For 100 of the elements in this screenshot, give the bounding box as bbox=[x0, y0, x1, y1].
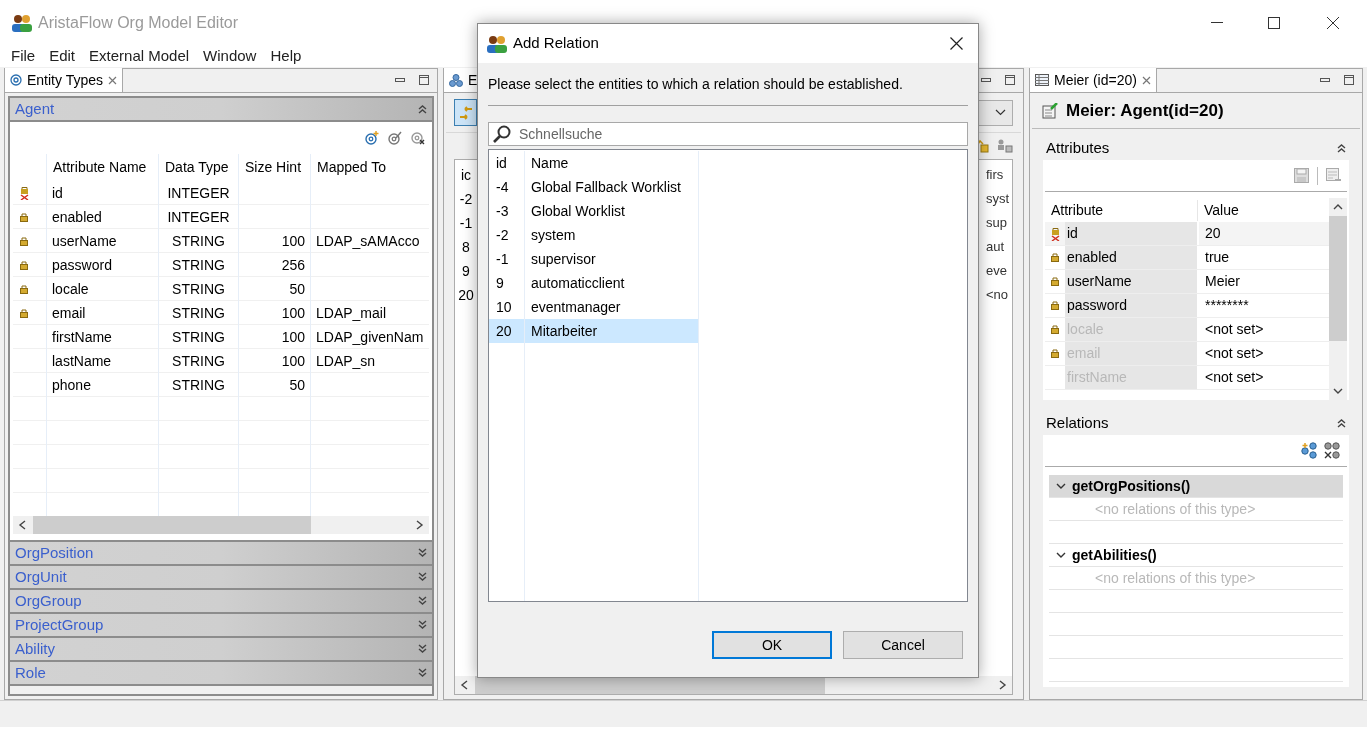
column-header[interactable]: Size Hint bbox=[238, 154, 310, 181]
view-tab[interactable]: Entity Types bbox=[5, 68, 123, 92]
list-row[interactable]: 20 Mitarbeiter bbox=[489, 319, 699, 343]
edit-form-icon bbox=[1042, 102, 1058, 119]
edit-attribute-icon[interactable] bbox=[388, 131, 402, 145]
column-header[interactable]: Mapped To bbox=[310, 154, 429, 181]
window-title: AristaFlow Org Model Editor bbox=[38, 12, 239, 33]
maximize-icon[interactable] bbox=[1005, 75, 1015, 85]
maximize-icon[interactable] bbox=[1268, 16, 1280, 29]
table-cell-text: password bbox=[52, 255, 112, 275]
tree-node[interactable]: getOrgPositions() bbox=[1049, 475, 1343, 498]
table-cell-text: lastName bbox=[52, 351, 112, 371]
menu-item[interactable]: Window bbox=[203, 44, 257, 68]
toggle-button[interactable] bbox=[454, 99, 477, 126]
collapse-icon[interactable] bbox=[1337, 418, 1346, 428]
table-cell-text: userName bbox=[52, 231, 117, 251]
add-relation-icon[interactable] bbox=[1301, 442, 1318, 459]
expand-icon[interactable] bbox=[418, 668, 427, 678]
table-cell-text: eve bbox=[986, 262, 1008, 281]
column-header[interactable]: Attribute bbox=[1045, 200, 1197, 221]
key-lock-icon bbox=[1050, 226, 1060, 241]
maximize-icon[interactable] bbox=[419, 75, 429, 85]
table-cell-text: LDAP_sn bbox=[316, 351, 376, 371]
remove-attribute-icon[interactable] bbox=[411, 131, 425, 145]
table-cell-text: 100 bbox=[281, 351, 305, 371]
table-cell-text: phone bbox=[52, 375, 91, 395]
section-header[interactable]: Relations bbox=[1043, 411, 1349, 435]
section-header[interactable]: Attributes bbox=[1043, 136, 1349, 160]
list-row[interactable]: 9 automaticclient bbox=[489, 271, 699, 295]
expand-icon[interactable] bbox=[418, 644, 427, 654]
table-cell-text: LDAP_mail bbox=[316, 303, 387, 323]
key-lock-icon bbox=[20, 186, 29, 200]
table-cell-text: LDAP_givenNam bbox=[316, 327, 424, 347]
column-header[interactable]: id bbox=[489, 151, 525, 175]
table-cell-text: INTEGER bbox=[167, 183, 230, 203]
expand-icon[interactable] bbox=[418, 548, 427, 558]
table-cell-text: email bbox=[52, 303, 86, 323]
list-row[interactable]: -3 Global Worklist bbox=[489, 199, 699, 223]
people-icon bbox=[12, 13, 32, 32]
dialog-button[interactable]: OK bbox=[712, 631, 832, 659]
table-cell-text: -1 bbox=[459, 213, 473, 233]
maximize-icon[interactable] bbox=[1344, 75, 1354, 85]
close-icon[interactable] bbox=[950, 37, 963, 50]
dialog-title: Add Relation bbox=[513, 33, 599, 54]
remove-relation-icon[interactable] bbox=[1324, 442, 1341, 459]
table-cell-text: firs bbox=[986, 166, 1005, 185]
form-heading: Meier: Agent(id=20) bbox=[1066, 99, 1224, 122]
minimize-icon[interactable] bbox=[981, 78, 991, 82]
chevron-down-icon bbox=[1056, 482, 1066, 490]
minimize-icon[interactable] bbox=[1211, 21, 1223, 24]
vertical-scrollbar[interactable] bbox=[1329, 198, 1347, 400]
collapse-icon[interactable] bbox=[418, 104, 427, 114]
table-cell-text: INTEGER bbox=[167, 207, 230, 227]
section-header[interactable]: Role bbox=[10, 662, 432, 686]
column-header[interactable]: Data Type bbox=[158, 154, 238, 181]
dialog-button[interactable]: Cancel bbox=[843, 631, 963, 659]
minimize-icon[interactable] bbox=[395, 78, 405, 82]
view-tab[interactable]: Meier (id=20) bbox=[1030, 68, 1157, 92]
column-header[interactable]: Attribute Name bbox=[46, 154, 158, 181]
list-row[interactable]: -1 supervisor bbox=[489, 247, 699, 271]
section-header[interactable]: ProjectGroup bbox=[10, 614, 432, 638]
section-header[interactable]: OrgPosition bbox=[10, 542, 432, 566]
menu-item[interactable]: External Model bbox=[89, 44, 190, 68]
attribute-name: password bbox=[1065, 294, 1197, 317]
expand-icon[interactable] bbox=[418, 620, 427, 630]
list-row[interactable]: -4 Global Fallback Worklist bbox=[489, 175, 699, 199]
table-icon bbox=[1035, 74, 1049, 86]
search-field[interactable]: Schnellsuche bbox=[488, 122, 968, 146]
section-header[interactable]: OrgGroup bbox=[10, 590, 432, 614]
table-cell-text: STRING bbox=[172, 375, 225, 395]
table-cell-text: STRING bbox=[172, 255, 225, 275]
menu-item[interactable]: File bbox=[11, 44, 36, 68]
lock-icon bbox=[20, 212, 28, 222]
table-cell-text: id bbox=[52, 183, 63, 203]
expand-icon[interactable] bbox=[418, 596, 427, 606]
list-row[interactable]: -2 system bbox=[489, 223, 699, 247]
section-header[interactable]: OrgUnit bbox=[10, 566, 432, 590]
table-cell-text: 50 bbox=[289, 279, 305, 299]
table-cell-text: STRING bbox=[172, 231, 225, 251]
table-cell-text: 50 bbox=[289, 375, 305, 395]
menu-item[interactable]: Help bbox=[270, 44, 302, 68]
table-cell-text: sup bbox=[986, 214, 1008, 233]
expand-icon[interactable] bbox=[418, 572, 427, 582]
horizontal-scrollbar[interactable] bbox=[13, 516, 429, 534]
table-cell-text: STRING bbox=[172, 327, 225, 347]
menu-item[interactable]: Edit bbox=[49, 44, 76, 68]
attribute-name: userName bbox=[1065, 270, 1197, 293]
collapse-icon[interactable] bbox=[1337, 143, 1346, 153]
column-header[interactable]: Name bbox=[525, 151, 699, 175]
minimize-icon[interactable] bbox=[1320, 78, 1330, 82]
horizontal-scrollbar[interactable] bbox=[455, 676, 1012, 694]
add-attribute-icon[interactable] bbox=[365, 131, 379, 145]
table-cell-text: 100 bbox=[281, 303, 305, 323]
lock-icon bbox=[20, 260, 28, 270]
close-icon[interactable] bbox=[1327, 16, 1339, 29]
tree-item: <no relations of this type> bbox=[1049, 498, 1343, 521]
lock-icon bbox=[20, 236, 28, 246]
arrows-icon bbox=[458, 105, 473, 120]
section-header[interactable]: Agent bbox=[10, 98, 432, 122]
section-header[interactable]: Ability bbox=[10, 638, 432, 662]
